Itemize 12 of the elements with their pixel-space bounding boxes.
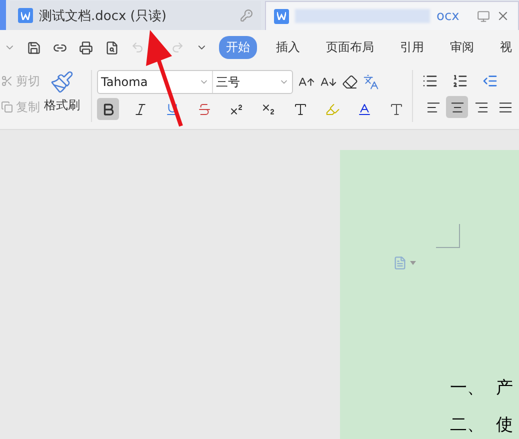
format-painter-label: 格式刷 [44,97,80,114]
document-line: 二、 使 [450,414,513,436]
ribbon-tab[interactable]: 审阅 [443,36,481,59]
document-tab[interactable]: ocx [265,1,519,30]
document-line: 一、 产 [450,377,513,399]
ribbon-tab[interactable]: 引用 [393,36,431,59]
copy-label: 复制 [16,98,40,116]
ribbon-tab[interactable]: 页面布局 [319,36,381,59]
cut-label: 剪切 [16,72,40,90]
ribbon-tab[interactable]: 视 [493,36,519,59]
format-painter-button[interactable]: 格式刷 [44,70,80,114]
ribbon-tab[interactable]: 插入 [269,36,307,59]
